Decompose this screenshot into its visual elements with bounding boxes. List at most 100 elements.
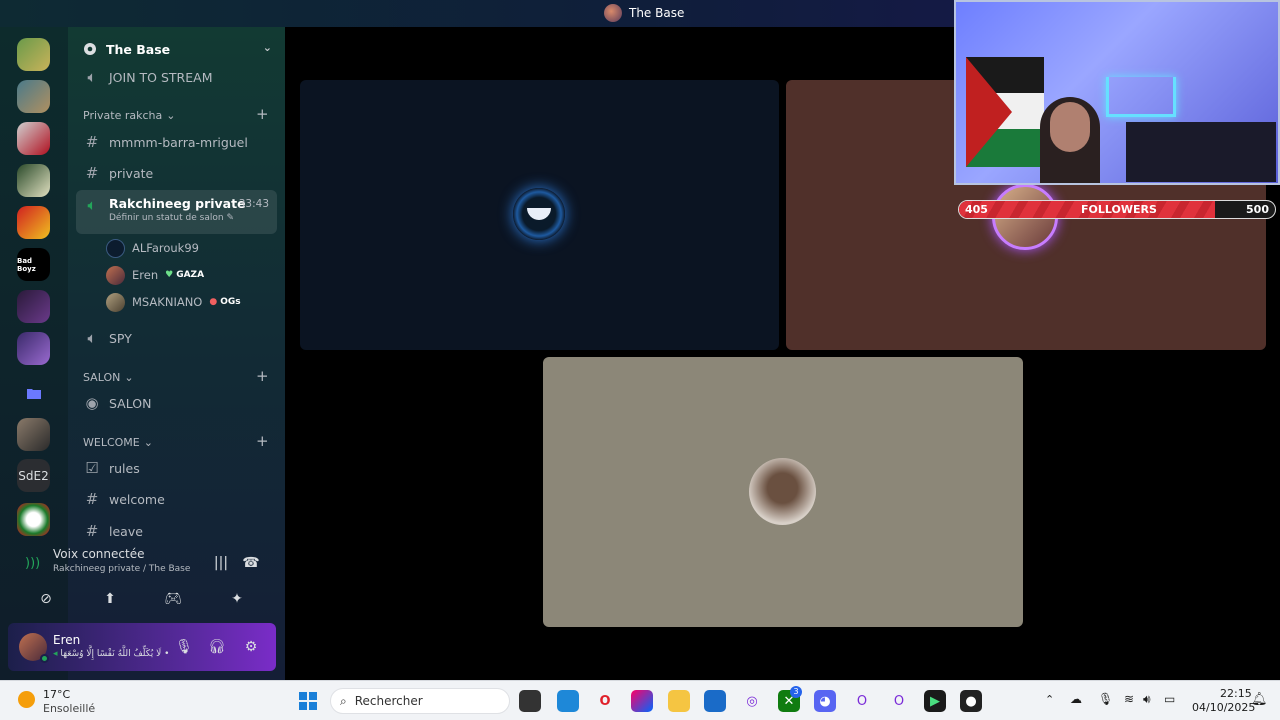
opera-alt-icon[interactable]: ◎ (741, 690, 763, 712)
server-icon-7[interactable] (17, 290, 50, 323)
channel-label: private (109, 165, 154, 181)
role-badge: ♥ GAZA (165, 270, 204, 280)
microsoft-store-icon[interactable] (704, 690, 726, 712)
taskbar-search[interactable]: ⌕ Rechercher (330, 688, 510, 714)
windows-start-icon[interactable] (297, 690, 319, 712)
camera-off-button[interactable]: ⊘ (31, 587, 61, 611)
channel-spy[interactable]: 🔈︎ SPY (76, 324, 277, 352)
battery-icon[interactable]: ▭ (1164, 692, 1175, 706)
desk-setup (1126, 122, 1276, 182)
screen-share-button[interactable]: ⬆ (95, 587, 125, 611)
channel-rules[interactable]: ☑ rules (76, 454, 277, 482)
avatar (106, 292, 125, 312)
channel-join-stream[interactable]: 🔈︎ JOIN TO STREAM (76, 63, 277, 91)
channel-status-text: Définir un statut de salon (109, 213, 224, 223)
discord-icon[interactable]: ◕ (814, 690, 836, 712)
widgets-icon[interactable] (557, 690, 579, 712)
opera-gx-icon[interactable]: O (594, 690, 616, 712)
disconnect-icon[interactable]: ☎ (236, 551, 266, 575)
category-private[interactable]: Private rakcha ⌄ (83, 109, 175, 122)
obs-icon[interactable]: ● (960, 690, 982, 712)
headphones-icon[interactable]: 🎧︎ (202, 635, 232, 659)
channel-rakchineeg-private[interactable]: 🔈︎ Rakchineeg private Définir un statut … (76, 190, 277, 234)
speaker-icon: 🔈︎ (87, 68, 97, 86)
category-label: Private rakcha (83, 109, 163, 122)
add-channel-icon[interactable]: + (256, 367, 269, 385)
server-icon-9[interactable] (17, 418, 50, 451)
microphone-icon[interactable]: 🎙︎ (169, 635, 199, 659)
channel-salon[interactable]: ◉ SALON (76, 389, 277, 417)
microphone-tray-icon[interactable]: 🎙︎ (1098, 692, 1113, 706)
opera-browser-icon[interactable]: O (851, 690, 873, 712)
settings-gear-icon[interactable]: ⚙ (236, 635, 266, 659)
server-icon-3[interactable] (17, 122, 50, 155)
window-title-text: The Base (629, 6, 685, 20)
avatar (106, 238, 125, 258)
channel-label: rules (109, 460, 140, 476)
clock-date[interactable]: 04/10/2025 (1192, 701, 1255, 714)
server-icon-4[interactable] (17, 164, 50, 197)
voice-user-3[interactable]: MSAKNIANO ● OGs (106, 291, 241, 313)
followers-goal-bar: 405 FOLLOWERS 500 (958, 200, 1276, 219)
file-explorer-icon[interactable] (668, 690, 690, 712)
channel-label: mmmm-barra-mriguel (109, 134, 248, 150)
activities-button[interactable]: 🎮︎ (158, 587, 188, 611)
folder-icon[interactable] (17, 376, 50, 409)
video-tile-alfarouk[interactable] (300, 80, 779, 350)
chevron-down-icon: ⌄ (262, 41, 272, 54)
terminal-icon[interactable]: ▶ (924, 690, 946, 712)
server-icon-5[interactable] (17, 206, 50, 239)
onedrive-icon[interactable]: ☁ (1070, 692, 1082, 706)
add-channel-icon[interactable]: + (256, 105, 269, 123)
opera-browser-icon-2[interactable]: O (888, 690, 910, 712)
volume-icon[interactable]: 🔊︎ (1143, 692, 1151, 707)
tray-chevron-up-icon[interactable]: ⌃ (1045, 693, 1054, 706)
category-label: WELCOME (83, 436, 140, 449)
add-channel-icon[interactable]: + (256, 432, 269, 450)
server-icon-8[interactable] (17, 332, 50, 365)
avatar (749, 458, 816, 525)
channel-status[interactable]: Définir un statut de salon ✎ (109, 213, 246, 223)
hash-icon: # (85, 133, 99, 151)
weather-desc[interactable]: Ensoleillé (43, 702, 95, 715)
wifi-icon[interactable]: ≋ (1124, 692, 1134, 706)
server-icon-10[interactable] (17, 503, 50, 536)
gear-icon (84, 43, 96, 55)
user-panel: Eren ◂ لَا يُكَلِّفُ اللَّهُ نَفْسًا إِل… (8, 623, 276, 671)
voice-status-location[interactable]: Rakchineeg private / The Base (53, 564, 190, 574)
chevron-down-icon: ⌄ (166, 109, 176, 122)
checkbox-icon: ☑ (85, 459, 99, 477)
channel-mmmm[interactable]: # mmmm-barra-mriguel (76, 128, 277, 156)
server-icon-1[interactable] (17, 38, 50, 71)
category-welcome[interactable]: WELCOME ⌄ (83, 436, 153, 449)
voice-user-2[interactable]: Eren ♥ GAZA (106, 264, 204, 286)
server-icon-2[interactable] (17, 80, 50, 113)
task-view-icon[interactable] (519, 690, 541, 712)
notifications-icon[interactable]: 🔔︎ (1251, 692, 1268, 707)
channel-welcome[interactable]: # welcome (76, 485, 277, 513)
category-salon[interactable]: SALON ⌄ (83, 371, 134, 384)
badge-text: GAZA (176, 270, 205, 280)
person-face (1050, 102, 1090, 152)
channel-private[interactable]: # private (76, 159, 277, 187)
signal-icon: ))) (25, 556, 41, 571)
voice-user-name: MSAKNIANO (132, 295, 203, 309)
server-icon-6[interactable]: Bad Boyz (17, 248, 50, 281)
noise-suppression-icon[interactable]: ||| (206, 551, 236, 575)
voice-connection-panel: ))) Voix connectée Rakchineeg private / … (8, 537, 278, 617)
weather-temp[interactable]: 17°C (43, 688, 70, 701)
soundboard-button[interactable]: ✦ (222, 587, 252, 611)
hash-icon: # (85, 164, 99, 182)
followers-label: FOLLOWERS (1081, 203, 1157, 216)
online-status-icon (40, 654, 49, 663)
server-icon-sde2[interactable]: SdE2 (17, 459, 50, 492)
voice-user-1[interactable]: ALFarouk99 (106, 237, 199, 259)
flag-triangle (966, 57, 1012, 167)
video-tile-msakniano[interactable] (543, 357, 1023, 627)
channel-label: welcome (109, 491, 165, 507)
server-header[interactable]: The Base ⌄ (82, 39, 272, 59)
user-status-text: لَا يُكَلِّفُ اللَّهُ نَفْسًا إِلَّا وُس… (60, 649, 170, 659)
copilot-icon[interactable] (631, 690, 653, 712)
notification-badge: 3 (790, 686, 802, 698)
clock-time[interactable]: 22:15 (1220, 687, 1252, 700)
